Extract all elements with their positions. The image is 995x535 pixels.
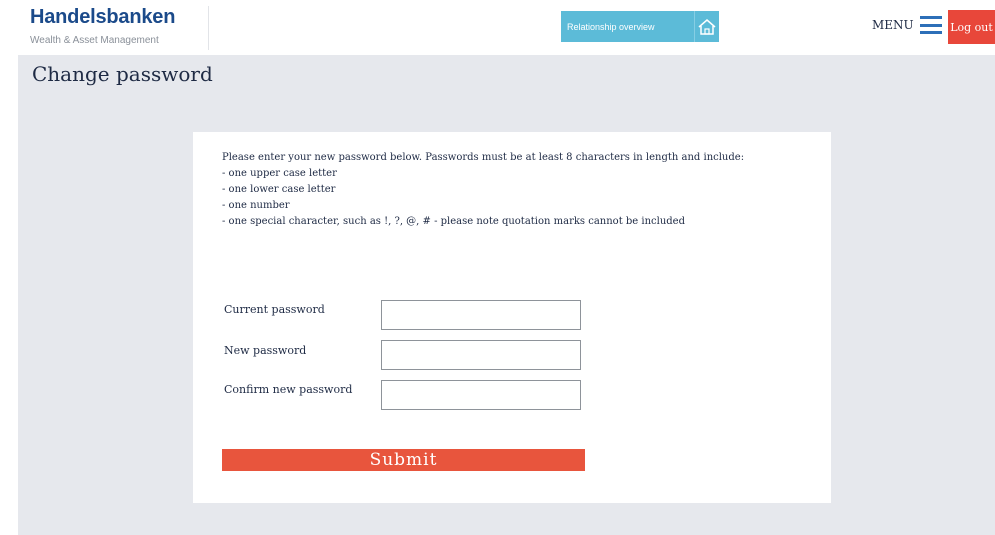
- rule-uppercase: - one upper case letter: [222, 168, 337, 179]
- relationship-overview-button[interactable]: Relationship overview: [561, 11, 719, 42]
- menu-button[interactable]: MENU: [872, 16, 942, 34]
- page-title: Change password: [32, 62, 213, 86]
- current-password-label: Current password: [224, 303, 325, 316]
- logo-name: Handelsbanken: [30, 6, 176, 28]
- password-instructions: Please enter your new password below. Pa…: [222, 150, 792, 230]
- rule-number: - one number: [222, 200, 290, 211]
- change-password-form: Please enter your new password below. Pa…: [193, 132, 831, 503]
- logo-subtitle: Wealth & Asset Management: [30, 35, 159, 46]
- rule-lowercase: - one lower case letter: [222, 184, 336, 195]
- new-password-input[interactable]: [381, 340, 581, 370]
- menu-label: MENU: [872, 18, 914, 32]
- confirm-password-input[interactable]: [381, 380, 581, 410]
- rule-special-character: - one special character, such as !, ?, @…: [222, 216, 685, 227]
- current-password-input[interactable]: [381, 300, 581, 330]
- confirm-password-label: Confirm new password: [224, 383, 353, 396]
- top-header: Handelsbanken Wealth & Asset Management …: [18, 0, 995, 55]
- instructions-intro: Please enter your new password below. Pa…: [222, 152, 745, 163]
- house-icon: [695, 18, 719, 36]
- relationship-overview-label: Relationship overview: [567, 21, 655, 32]
- hamburger-icon: [919, 16, 942, 34]
- logout-button[interactable]: Log out: [948, 10, 995, 44]
- handelsbanken-logo[interactable]: Handelsbanken Wealth & Asset Management: [30, 6, 209, 50]
- submit-button[interactable]: Submit: [222, 449, 585, 471]
- new-password-label: New password: [224, 344, 307, 357]
